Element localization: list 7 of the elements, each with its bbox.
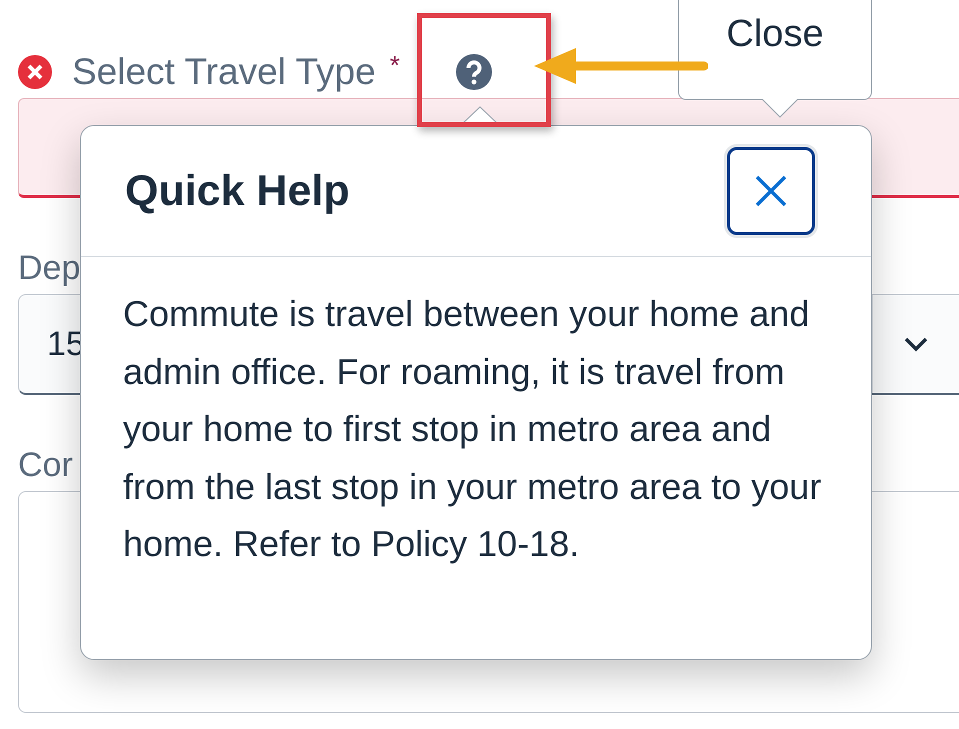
popover-title: Quick Help — [125, 166, 350, 216]
tooltip-text: Close — [726, 13, 824, 57]
field-label: Dep — [18, 248, 80, 288]
field-label: Select Travel Type — [72, 51, 376, 93]
help-text: Commute is travel between your home and admin office. For roaming, it is travel from your home to first stop in metro area and from the last stop in your metro area to your home. Refer to Policy 10-18. — [122, 292, 822, 566]
required-mark: * — [390, 50, 400, 81]
field-label: Cor — [18, 446, 73, 484]
